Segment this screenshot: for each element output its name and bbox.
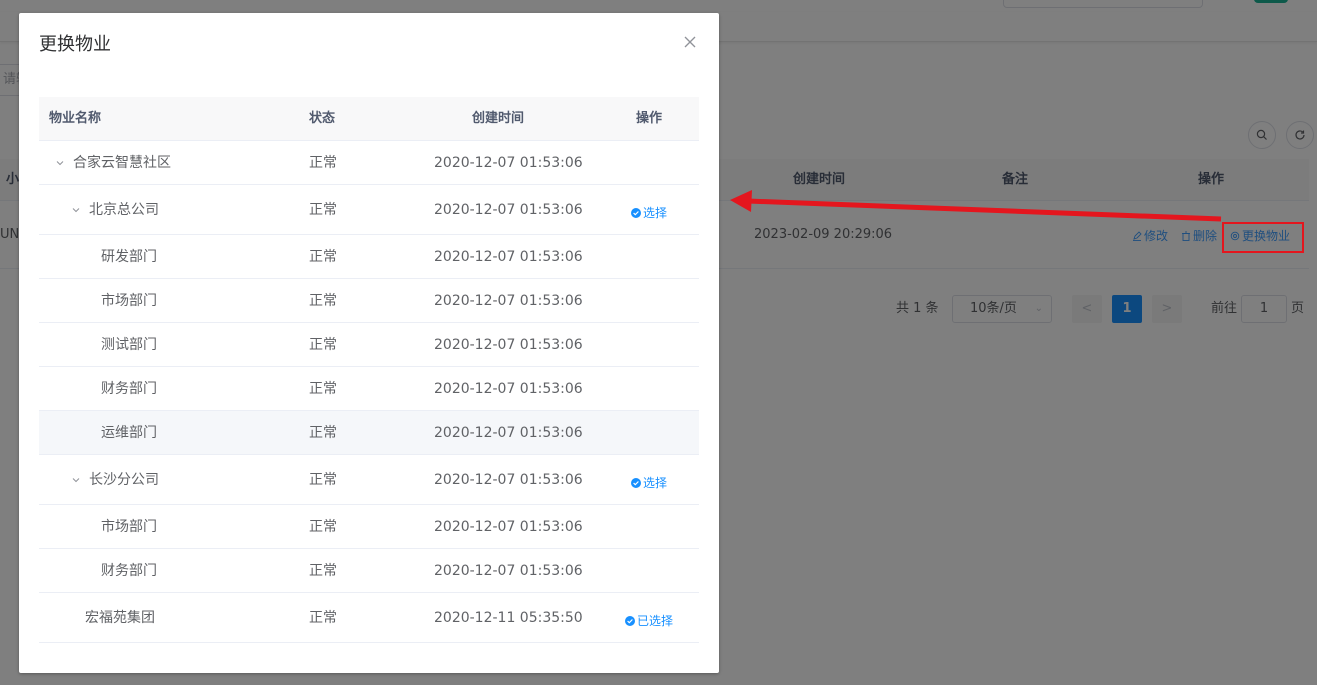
dialog-title: 更换物业: [39, 34, 111, 55]
table-row: 合家云智慧社区 正常 2020-12-07 01:53:06: [39, 141, 699, 185]
check-circle-icon: [631, 477, 641, 488]
col-operation-header: 操作: [636, 111, 663, 126]
col-created-header: 创建时间: [472, 111, 525, 126]
selected-link[interactable]: 已选择: [625, 612, 673, 629]
col-status-header: 状态: [309, 111, 336, 126]
row-created-time: 2020-12-07 01:53:06: [434, 293, 583, 309]
check-circle-icon: [631, 207, 641, 218]
row-name: 运维部门: [101, 425, 157, 441]
table-row: 财务部门 正常 2020-12-07 01:53:06: [39, 549, 699, 593]
table-row: 运维部门 正常 2020-12-07 01:53:06: [39, 411, 699, 455]
row-name: 合家云智慧社区: [73, 155, 171, 171]
row-status: 正常: [309, 519, 337, 535]
row-created-time: 2020-12-07 01:53:06: [434, 249, 583, 265]
change-property-dialog: 更换物业 物业名称 状态 创建时间 操作 合家云智慧社区 正常 2020-12-…: [19, 13, 719, 673]
row-status: 正常: [309, 202, 337, 218]
col-name-header: 物业名称: [49, 111, 102, 126]
table-row: 财务部门 正常 2020-12-07 01:53:06: [39, 367, 699, 411]
chevron-down-icon[interactable]: [69, 473, 83, 487]
table-row: 长沙分公司 正常 2020-12-07 01:53:06 选择: [39, 455, 699, 505]
row-name: 研发部门: [101, 249, 157, 265]
row-status: 正常: [309, 472, 337, 488]
row-name: 财务部门: [101, 381, 157, 397]
row-created-time: 2020-12-07 01:53:06: [434, 381, 583, 397]
row-name: 宏福苑集团: [85, 610, 155, 626]
property-tree-table: 物业名称 状态 创建时间 操作 合家云智慧社区 正常 2020-12-07 01…: [39, 97, 699, 643]
row-status: 正常: [309, 337, 337, 353]
row-name: 财务部门: [101, 563, 157, 579]
row-status: 正常: [309, 249, 337, 265]
chevron-down-icon[interactable]: [53, 156, 67, 170]
select-link[interactable]: 选择: [631, 204, 667, 221]
table-row: 测试部门 正常 2020-12-07 01:53:06: [39, 323, 699, 367]
table-row: 北京总公司 正常 2020-12-07 01:53:06 选择: [39, 185, 699, 235]
property-table-header: 物业名称 状态 创建时间 操作: [39, 97, 699, 141]
row-created-time: 2020-12-07 01:53:06: [434, 519, 583, 535]
row-status: 正常: [309, 381, 337, 397]
row-created-time: 2020-12-07 01:53:06: [434, 202, 583, 218]
table-row: 研发部门 正常 2020-12-07 01:53:06: [39, 235, 699, 279]
table-row: 市场部门 正常 2020-12-07 01:53:06: [39, 279, 699, 323]
row-status: 正常: [309, 425, 337, 441]
row-name: 北京总公司: [89, 202, 159, 218]
check-circle-icon: [625, 615, 635, 626]
row-name: 长沙分公司: [89, 472, 159, 488]
row-created-time: 2020-12-07 01:53:06: [434, 425, 583, 441]
row-name: 市场部门: [101, 519, 157, 535]
chevron-down-icon[interactable]: [69, 203, 83, 217]
row-created-time: 2020-12-11 05:35:50: [434, 610, 583, 626]
row-name: 市场部门: [101, 293, 157, 309]
row-created-time: 2020-12-07 01:53:06: [434, 155, 583, 171]
row-name: 测试部门: [101, 337, 157, 353]
close-button[interactable]: [683, 35, 699, 51]
annotation-highlight-box: [1222, 222, 1304, 253]
table-row: 市场部门 正常 2020-12-07 01:53:06: [39, 505, 699, 549]
table-row: 宏福苑集团 正常 2020-12-11 05:35:50 已选择: [39, 593, 699, 643]
row-status: 正常: [309, 293, 337, 309]
row-status: 正常: [309, 155, 337, 171]
close-icon: [684, 36, 696, 48]
row-created-time: 2020-12-07 01:53:06: [434, 472, 583, 488]
row-created-time: 2020-12-07 01:53:06: [434, 563, 583, 579]
row-created-time: 2020-12-07 01:53:06: [434, 337, 583, 353]
select-link[interactable]: 选择: [631, 474, 667, 491]
row-status: 正常: [309, 563, 337, 579]
row-status: 正常: [309, 610, 337, 626]
